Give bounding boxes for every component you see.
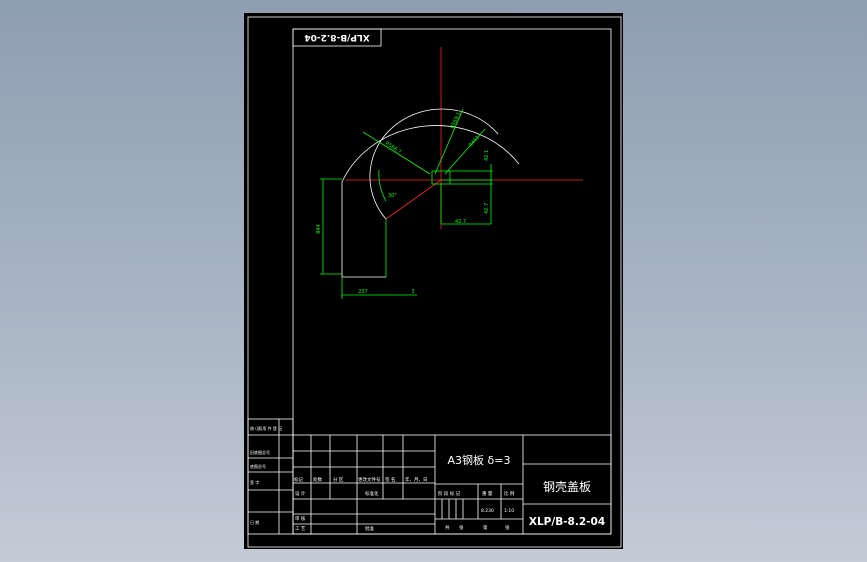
angle-arc <box>378 169 387 202</box>
scale-value: 1:10 <box>504 508 514 514</box>
label-sheets-total: 张 <box>459 524 464 531</box>
label-scale: 比 例 <box>504 490 515 497</box>
dimension-layer: 844 237 3 R586.7 R559.1 R411 30° 42.1 42… <box>316 108 493 299</box>
hdr-count: 处数 <box>313 476 322 483</box>
label-reuse-register: 借 (通)用 件 登 记 <box>250 425 282 431</box>
label-signature: 签 字 <box>250 479 259 485</box>
role-review: 审 核 <box>295 515 306 522</box>
weight-value: 8.230 <box>481 508 494 514</box>
outer-arc <box>341 125 520 183</box>
rotated-code-box: XLP/B-8.2-04 <box>292 28 382 47</box>
title-block: 标记 处数 分 区 更改文件号 签 名 年、月、日 设 计 标准化 审 核 工 … <box>292 434 612 535</box>
hdr-sign: 签 名 <box>385 476 395 483</box>
drawing-canvas: XLP/B-8.2-04 844 237 3 R586.7 R559.1 R41… <box>247 16 622 548</box>
dim-width: 237 <box>358 289 368 295</box>
label-base-number: 底图总号 <box>250 463 266 469</box>
role-standard: 标准化 <box>365 490 379 497</box>
dim-d1: 42.1 <box>484 150 490 161</box>
left-stamp-block: 借 (通)用 件 登 记 旧底图总号 底图总号 签 字 日 期 <box>247 418 294 535</box>
role-process: 工 艺 <box>295 526 306 532</box>
hdr-mark: 标记 <box>294 476 303 483</box>
dim-height: 844 <box>316 224 322 234</box>
dim-d3: 42.7 <box>455 219 466 225</box>
role-approve: 批准 <box>365 525 374 532</box>
material-spec: A3钢板 δ=3 <box>448 453 511 467</box>
hdr-change-doc: 更改文件号 <box>358 476 381 483</box>
label-date: 日 期 <box>250 519 259 525</box>
label-stage: 阶 段 标 记 <box>438 490 461 497</box>
label-sheet: 张 <box>505 524 510 531</box>
part-name: 钢壳盖板 <box>543 480 591 494</box>
angle-ray <box>385 179 442 220</box>
label-weight: 重 量 <box>482 490 493 497</box>
dim-r-mid: R559.1 <box>449 111 462 130</box>
dim-r-inner: R411 <box>468 134 481 148</box>
dim-r-outer: R586.7 <box>384 141 402 156</box>
rotated-drawing-code: XLP/B-8.2-04 <box>304 32 369 42</box>
drawing-sheet: XLP/B-8.2-04 844 237 3 R586.7 R559.1 R41… <box>244 13 623 549</box>
dim-d2: 42.7 <box>484 203 490 214</box>
outer-border <box>247 16 622 548</box>
hdr-date: 年、月、日 <box>405 476 428 483</box>
role-design: 设 计 <box>295 490 306 497</box>
drawing-code: XLP/B-8.2-04 <box>529 516 605 528</box>
label-old-base-number: 旧底图总号 <box>250 449 270 455</box>
dim-angle: 30° <box>388 193 397 199</box>
hdr-zone: 分 区 <box>333 476 344 483</box>
dim-thickness: 3 <box>411 289 414 295</box>
label-total: 共 <box>445 524 450 531</box>
label-sheet-no: 第 <box>483 524 488 531</box>
